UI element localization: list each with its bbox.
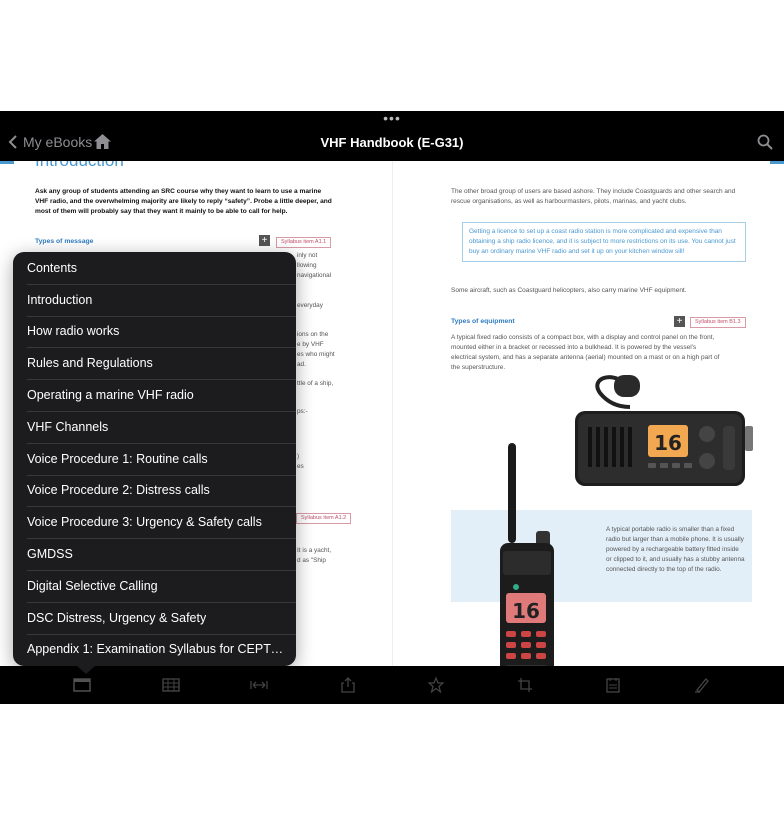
toc-item-label: Introduction: [27, 292, 93, 307]
syllabus-tag: Syllabus item B1.3: [690, 317, 746, 328]
toc-item-voice-procedure-3[interactable]: Voice Procedure 3: Urgency & Safety call…: [13, 506, 296, 538]
fixed-radio-paragraph: A typical fixed radio consists of a comp…: [451, 334, 720, 371]
table-of-contents-popover: Contents Introduction How radio works Ru…: [13, 252, 296, 666]
bookmark-icon: [428, 677, 445, 693]
ashore-users-paragraph: The other broad group of users are based…: [451, 188, 736, 205]
toc-item-label: Digital Selective Calling: [27, 578, 158, 593]
text-fragment: ): [297, 453, 300, 460]
toc-item-label: Contents: [27, 260, 78, 275]
notes-icon: [606, 678, 620, 693]
text-fragment: llowing: [297, 262, 317, 269]
toc-button[interactable]: [73, 677, 91, 693]
syllabus-tag: Syllabus item A1.1: [276, 237, 332, 248]
types-of-equipment-heading: Types of equipment: [451, 318, 515, 325]
lead-paragraph: Ask any group of students attending an S…: [35, 188, 332, 215]
text-fragment: It is a yacht,: [297, 547, 332, 554]
toc-item-voice-procedure-1[interactable]: Voice Procedure 1: Routine calls: [13, 442, 296, 475]
book-title: VHF Handbook (E-G31): [320, 135, 464, 150]
left-page-tab: [0, 161, 14, 164]
toc-item-operating-vhf-radio[interactable]: Operating a marine VHF radio: [13, 379, 296, 411]
chapter-heading: Introduction: [35, 161, 124, 171]
fixed-radio-image: 16: [575, 375, 753, 486]
text-fragment: d as "Ship: [297, 557, 326, 564]
text-fragment: es who might: [297, 351, 335, 358]
text-fragment: inly not: [297, 252, 318, 259]
toc-item-voice-procedure-2[interactable]: Voice Procedure 2: Distress calls: [13, 474, 296, 507]
text-fragment: ps:-: [297, 408, 308, 415]
expand-plus-icon[interactable]: +: [674, 316, 685, 327]
pen-icon: [694, 678, 709, 693]
window-grabber[interactable]: •••: [382, 111, 402, 125]
toc-item-rules-and-regulations[interactable]: Rules and Regulations: [13, 347, 296, 379]
notes-button[interactable]: [604, 677, 622, 693]
fit-width-icon: [250, 681, 268, 689]
thumbnails-button[interactable]: [162, 677, 180, 693]
coast-station-callout: Getting a licence to set up a coast radi…: [462, 222, 746, 262]
toc-item-contents[interactable]: Contents: [13, 252, 296, 284]
toc-item-label: Appendix 1: Examination Syllabus for CEP…: [27, 642, 284, 657]
thumbnails-icon: [162, 678, 180, 692]
share-button[interactable]: [339, 677, 357, 693]
top-navigation-bar: My eBooks VHF Handbook (E-G31): [0, 125, 784, 161]
toc-item-label: Voice Procedure 2: Distress calls: [27, 483, 210, 498]
text-fragment: es: [297, 463, 304, 470]
popover-arrow: [77, 666, 95, 674]
portable-radio-display: 16: [512, 599, 540, 623]
search-button[interactable]: [757, 134, 773, 155]
right-page-tab: [770, 161, 784, 164]
toc-item-gmdss[interactable]: GMDSS: [13, 538, 296, 570]
text-fragment: ions on the: [297, 331, 329, 338]
fixed-radio-display: 16: [654, 431, 682, 455]
toc-item-label: How radio works: [27, 324, 120, 339]
crop-button[interactable]: [516, 677, 534, 693]
toc-item-label: GMDSS: [27, 547, 73, 562]
toc-item-digital-selective-calling[interactable]: Digital Selective Calling: [13, 569, 296, 602]
text-fragment: navigational: [297, 272, 332, 279]
fit-width-button[interactable]: [250, 677, 268, 693]
toc-item-label: VHF Channels: [27, 419, 109, 434]
crop-icon: [517, 678, 532, 692]
syllabus-tag: Syllabus item A1.2: [296, 513, 352, 524]
types-of-message-heading: Types of message: [35, 238, 94, 245]
bottom-toolbar: [0, 666, 784, 704]
toc-item-introduction[interactable]: Introduction: [13, 283, 296, 316]
toc-item-dsc-distress[interactable]: DSC Distress, Urgency & Safety: [13, 601, 296, 634]
toc-icon: [73, 678, 91, 692]
page-gutter: [392, 161, 393, 666]
bookmark-button[interactable]: [427, 677, 445, 693]
toc-item-label: Rules and Regulations: [27, 356, 153, 371]
text-fragment: everyday: [297, 302, 323, 309]
toc-item-appendix-1[interactable]: Appendix 1: Examination Syllabus for CEP…: [13, 633, 296, 666]
text-fragment: e by VHF: [297, 341, 324, 348]
toc-item-label: Voice Procedure 3: Urgency & Safety call…: [27, 515, 262, 530]
search-icon: [757, 134, 773, 150]
aircraft-paragraph: Some aircraft, such as Coastguard helico…: [451, 287, 687, 294]
toc-item-label: DSC Distress, Urgency & Safety: [27, 610, 207, 625]
toc-item-how-radio-works[interactable]: How radio works: [13, 315, 296, 348]
pen-button[interactable]: [693, 677, 711, 693]
toc-item-label: Voice Procedure 1: Routine calls: [27, 451, 208, 466]
portable-radio-caption: A typical portable radio is smaller than…: [606, 526, 745, 573]
portable-radio-image: 16: [500, 443, 554, 666]
toc-item-label: Operating a marine VHF radio: [27, 388, 194, 403]
text-fragment: ad.: [297, 361, 306, 368]
text-fragment: ttle of a ship,: [297, 380, 334, 387]
share-icon: [341, 677, 355, 693]
toc-item-vhf-channels[interactable]: VHF Channels: [13, 410, 296, 443]
expand-plus-icon[interactable]: +: [259, 235, 270, 246]
